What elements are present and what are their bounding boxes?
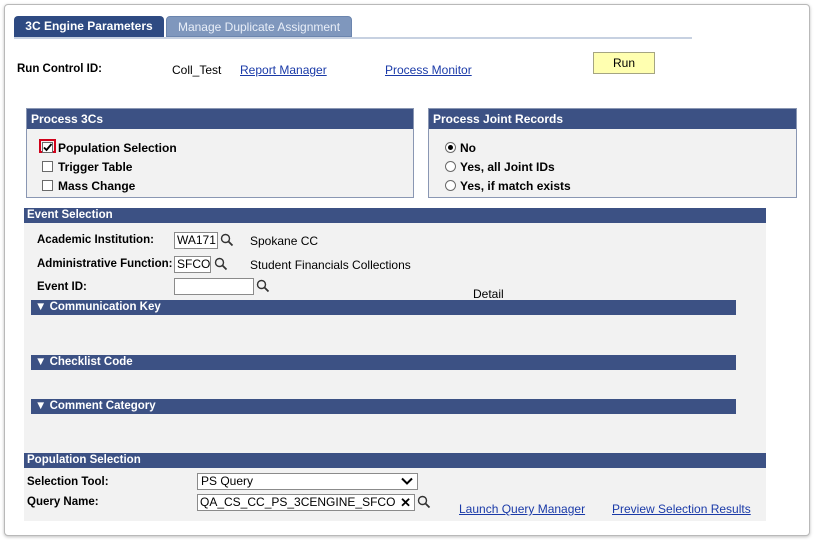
admin-function-label: Administrative Function: <box>37 258 173 270</box>
event-selection-title: Event Selection <box>24 208 766 223</box>
query-name-lookup-icon[interactable] <box>417 495 431 509</box>
report-manager-link[interactable]: Report Manager <box>240 63 327 77</box>
population-selection-label: Population Selection <box>58 141 177 155</box>
tab-manage-duplicate-assignment[interactable]: Manage Duplicate Assignment <box>166 16 352 37</box>
query-name-input[interactable]: QA_CS_CC_PS_3CENGINE_SFCO ✕ <box>197 494 415 511</box>
event-id-lookup-icon[interactable] <box>256 279 270 293</box>
detail-label: Detail <box>473 287 504 301</box>
preview-selection-results-link[interactable]: Preview Selection Results <box>612 502 751 516</box>
admin-function-lookup-icon[interactable] <box>214 257 228 271</box>
institution-desc: Spokane CC <box>250 234 319 248</box>
launch-query-manager-link[interactable]: Launch Query Manager <box>459 502 585 516</box>
admin-function-input[interactable]: SFCO <box>174 256 211 273</box>
trigger-table-checkbox[interactable] <box>42 161 53 172</box>
institution-input[interactable]: WA171 <box>174 232 218 249</box>
event-id-input[interactable] <box>174 278 254 295</box>
selection-tool-label: Selection Tool: <box>27 476 109 488</box>
joint-no-radio[interactable] <box>445 142 456 153</box>
mass-change-checkbox[interactable] <box>42 180 53 191</box>
query-name-label: Query Name: <box>27 496 99 508</box>
joint-records-title: Process Joint Records <box>429 109 796 129</box>
checklist-code-header[interactable]: ▼ Checklist Code <box>31 355 736 370</box>
institution-label: Academic Institution: <box>37 234 154 246</box>
collapse-triangle-icon: ▼ <box>35 356 50 368</box>
checklist-code-title: Checklist Code <box>49 356 133 368</box>
selection-tool-dropdown[interactable]: PS Query <box>197 473 418 490</box>
joint-match-label: Yes, if match exists <box>460 179 571 193</box>
tab-divider <box>14 37 692 39</box>
admin-function-desc: Student Financials Collections <box>250 258 411 272</box>
chevron-down-icon <box>401 477 413 485</box>
communication-key-header[interactable]: ▼ Communication Key <box>31 300 736 315</box>
clear-icon[interactable]: ✕ <box>400 495 411 510</box>
process-3cs-title: Process 3Cs <box>27 109 413 129</box>
tab-3c-engine-parameters[interactable]: 3C Engine Parameters <box>14 16 164 37</box>
communication-key-title: Communication Key <box>49 301 161 313</box>
collapse-triangle-icon: ▼ <box>35 400 50 412</box>
selection-tool-value: PS Query <box>201 474 254 488</box>
joint-match-radio[interactable] <box>445 180 456 191</box>
collapse-triangle-icon: ▼ <box>35 301 50 313</box>
event-id-label: Event ID: <box>37 281 87 293</box>
run-button[interactable]: Run <box>593 52 655 74</box>
query-name-value: QA_CS_CC_PS_3CENGINE_SFCO <box>200 495 396 509</box>
population-selection-title: Population Selection <box>24 453 766 468</box>
institution-lookup-icon[interactable] <box>220 233 234 247</box>
population-selection-checkbox[interactable] <box>42 142 53 153</box>
checkmark-icon <box>43 143 53 152</box>
comment-category-header[interactable]: ▼ Comment Category <box>31 399 736 414</box>
joint-all-label: Yes, all Joint IDs <box>460 160 555 174</box>
comment-category-title: Comment Category <box>49 400 156 412</box>
trigger-table-label: Trigger Table <box>58 160 133 174</box>
run-control-label: Run Control ID: <box>17 63 102 75</box>
joint-no-label: No <box>460 141 476 155</box>
process-monitor-link[interactable]: Process Monitor <box>385 63 472 77</box>
joint-all-radio[interactable] <box>445 161 456 172</box>
run-control-value: Coll_Test <box>172 63 222 77</box>
mass-change-label: Mass Change <box>58 179 136 193</box>
